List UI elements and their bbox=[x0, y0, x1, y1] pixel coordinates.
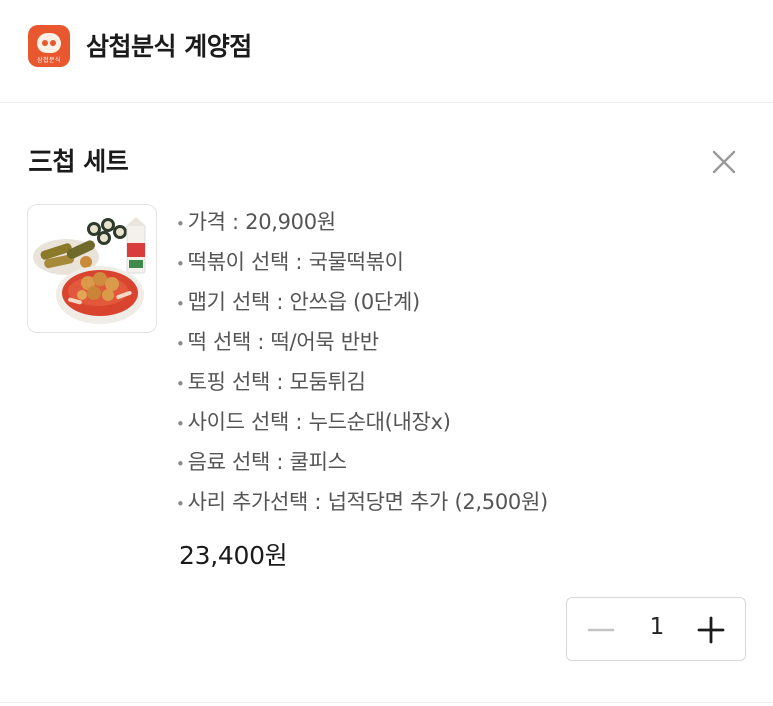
minus-icon bbox=[587, 628, 615, 632]
option-item: • 토핑 선택 : 모둠튀김 bbox=[176, 370, 366, 394]
divider bbox=[0, 702, 773, 703]
option-item: • 가격 : 20,900원 bbox=[176, 210, 336, 234]
menu-image bbox=[27, 204, 157, 333]
option-list: • 가격 : 20,900원 • 떡볶이 선택 : 국물떡볶이 • 맵기 선택 : 안… bbox=[176, 204, 548, 524]
store-header: 삼첩분식 삼첩분식 계양점 bbox=[0, 0, 773, 103]
option-item: • 음료 선택 : 쿨피스 bbox=[176, 450, 347, 474]
store-name: 삼첩분식 계양점 bbox=[86, 32, 252, 61]
bowl-icon bbox=[37, 33, 61, 53]
quantity-stepper: 1 bbox=[566, 597, 746, 661]
option-item: • 떡 선택 : 떡/어묵 반반 bbox=[176, 330, 379, 354]
option-item: • 사리 추가선택 : 넙적당면 추가 (2,500원) bbox=[176, 490, 548, 514]
increase-quantity-button[interactable] bbox=[691, 610, 731, 650]
close-icon bbox=[712, 150, 736, 174]
store-logo: 삼첩분식 bbox=[28, 25, 70, 67]
option-item: • 사이드 선택 : 누드순대(내장x) bbox=[176, 410, 451, 434]
close-button[interactable] bbox=[706, 145, 742, 181]
total-price: 23,400원 bbox=[179, 541, 288, 570]
logo-text: 삼첩분식 bbox=[36, 57, 62, 64]
option-item: • 맵기 선택 : 안쓰읍 (0단계) bbox=[176, 290, 420, 314]
option-item: • 떡볶이 선택 : 국물떡볶이 bbox=[176, 250, 404, 274]
menu-title: 三첩 세트 bbox=[28, 147, 129, 176]
decrease-quantity-button[interactable] bbox=[581, 610, 621, 650]
plus-icon bbox=[697, 616, 725, 644]
quantity-value: 1 bbox=[649, 614, 665, 640]
